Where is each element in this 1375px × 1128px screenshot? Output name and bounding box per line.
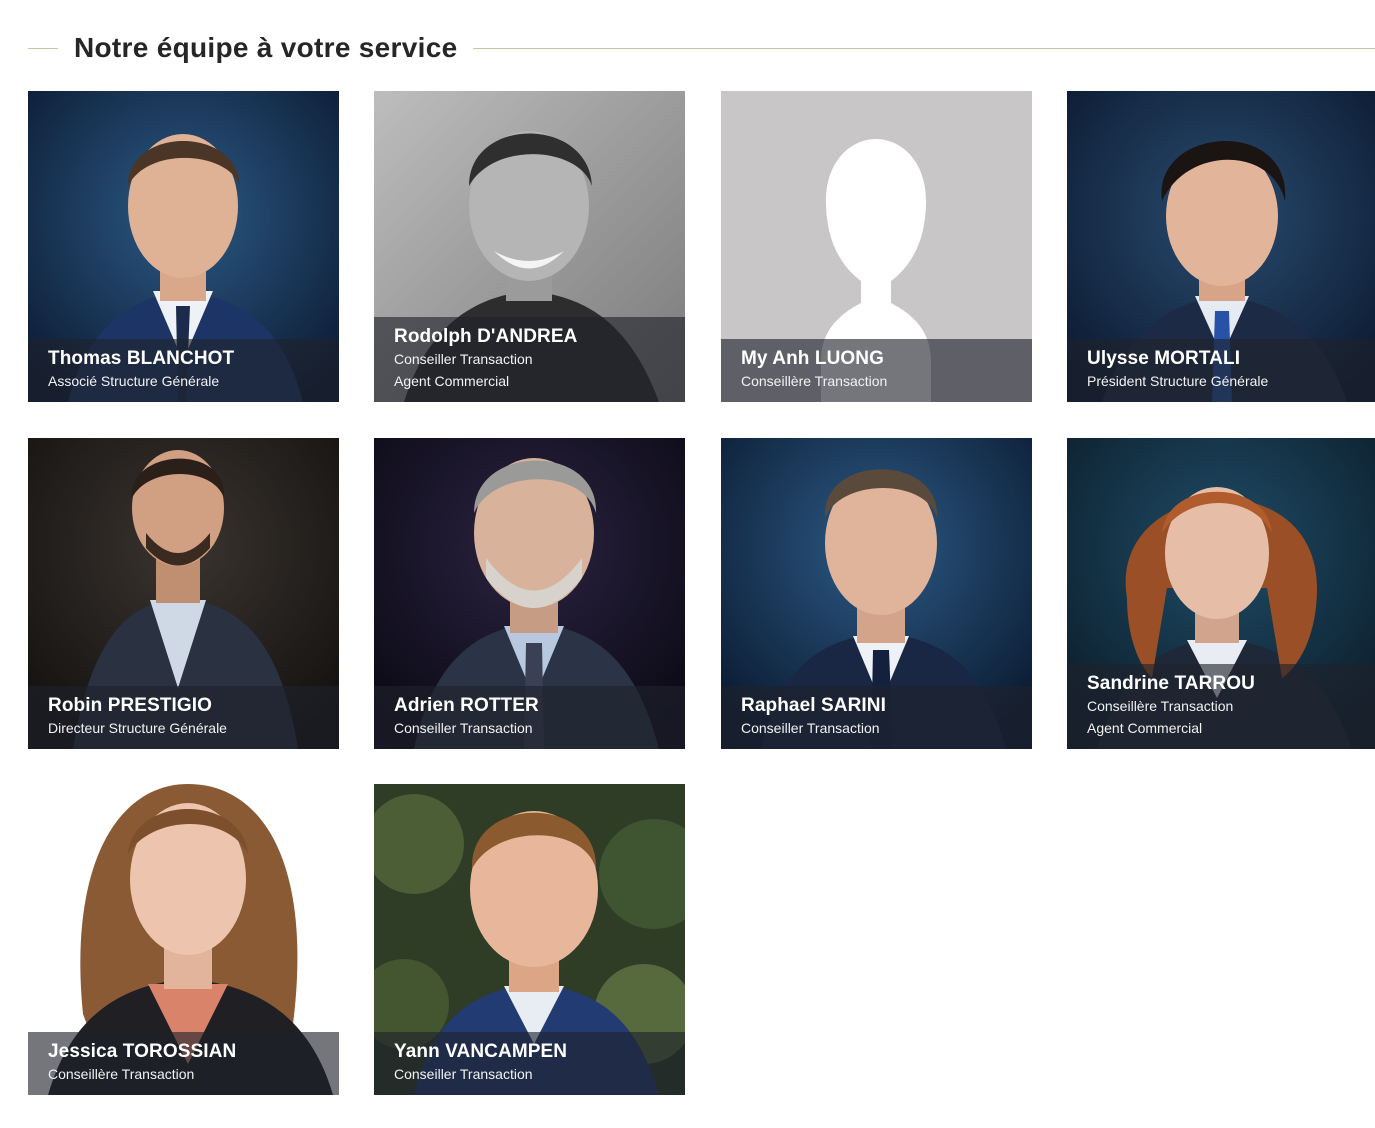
member-role: Agent Commercial <box>1087 720 1203 736</box>
member-name: Yann VANCAMPEN <box>394 1041 568 1062</box>
team-member-card[interactable]: Ulysse MORTALI Président Structure Génér… <box>1067 91 1375 402</box>
team-member-card[interactable]: Raphael SARINI Conseiller Transaction <box>721 438 1032 749</box>
team-member-card[interactable]: Rodolph D'ANDREA Conseiller Transaction … <box>374 91 685 402</box>
member-role: Conseiller Transaction <box>741 720 880 736</box>
member-name: Adrien ROTTER <box>394 695 539 716</box>
member-role: Agent Commercial <box>394 373 510 389</box>
member-role: Conseillère Transaction <box>1087 698 1234 714</box>
member-role: Conseiller Transaction <box>394 351 533 367</box>
member-caption: Yann VANCAMPEN Conseiller Transaction <box>374 1032 685 1095</box>
team-member-card[interactable]: My Anh LUONG Conseillère Transaction <box>721 91 1032 402</box>
member-caption: Robin PRESTIGIO Directeur Structure Géné… <box>28 686 339 749</box>
team-member-card[interactable]: Adrien ROTTER Conseiller Transaction <box>374 438 685 749</box>
member-role: Directeur Structure Générale <box>48 720 227 736</box>
member-role: Président Structure Générale <box>1087 373 1269 389</box>
team-member-card[interactable]: Thomas BLANCHOT Associé Structure Généra… <box>28 91 339 402</box>
member-caption: Thomas BLANCHOT Associé Structure Généra… <box>28 339 339 402</box>
header-rule-left <box>28 47 58 49</box>
member-name: Jessica TOROSSIAN <box>48 1041 237 1062</box>
member-role: Conseillère Transaction <box>741 373 888 389</box>
member-name: Raphael SARINI <box>741 695 886 716</box>
member-caption: My Anh LUONG Conseillère Transaction <box>721 339 1032 402</box>
member-name: Ulysse MORTALI <box>1087 348 1241 369</box>
member-name: Robin PRESTIGIO <box>48 695 213 716</box>
team-member-card[interactable]: Yann VANCAMPEN Conseiller Transaction <box>374 784 685 1095</box>
member-name: Sandrine TARROU <box>1087 673 1255 694</box>
section-title: Notre équipe à votre service <box>74 32 458 63</box>
member-role: Conseiller Transaction <box>394 720 533 736</box>
team-member-card[interactable]: Sandrine TARROU Conseillère Transaction … <box>1067 438 1375 749</box>
member-role: Conseillère Transaction <box>48 1066 195 1082</box>
member-name: My Anh LUONG <box>741 348 884 369</box>
member-caption: Jessica TOROSSIAN Conseillère Transactio… <box>28 1032 339 1095</box>
member-caption: Raphael SARINI Conseiller Transaction <box>721 686 1032 749</box>
member-role: Associé Structure Générale <box>48 373 220 389</box>
member-name: Thomas BLANCHOT <box>48 348 235 369</box>
member-caption: Sandrine TARROU Conseillère Transaction … <box>1067 664 1375 749</box>
member-name: Rodolph D'ANDREA <box>394 326 578 347</box>
team-member-card[interactable]: Robin PRESTIGIO Directeur Structure Géné… <box>28 438 339 749</box>
member-caption: Adrien ROTTER Conseiller Transaction <box>374 686 685 749</box>
member-caption: Ulysse MORTALI Président Structure Génér… <box>1067 339 1375 402</box>
member-role: Conseiller Transaction <box>394 1066 533 1082</box>
header-rule-right <box>473 47 1375 49</box>
team-member-card[interactable]: Jessica TOROSSIAN Conseillère Transactio… <box>28 784 339 1095</box>
member-caption: Rodolph D'ANDREA Conseiller Transaction … <box>374 317 685 402</box>
section-header: Notre équipe à votre service <box>28 28 1375 68</box>
